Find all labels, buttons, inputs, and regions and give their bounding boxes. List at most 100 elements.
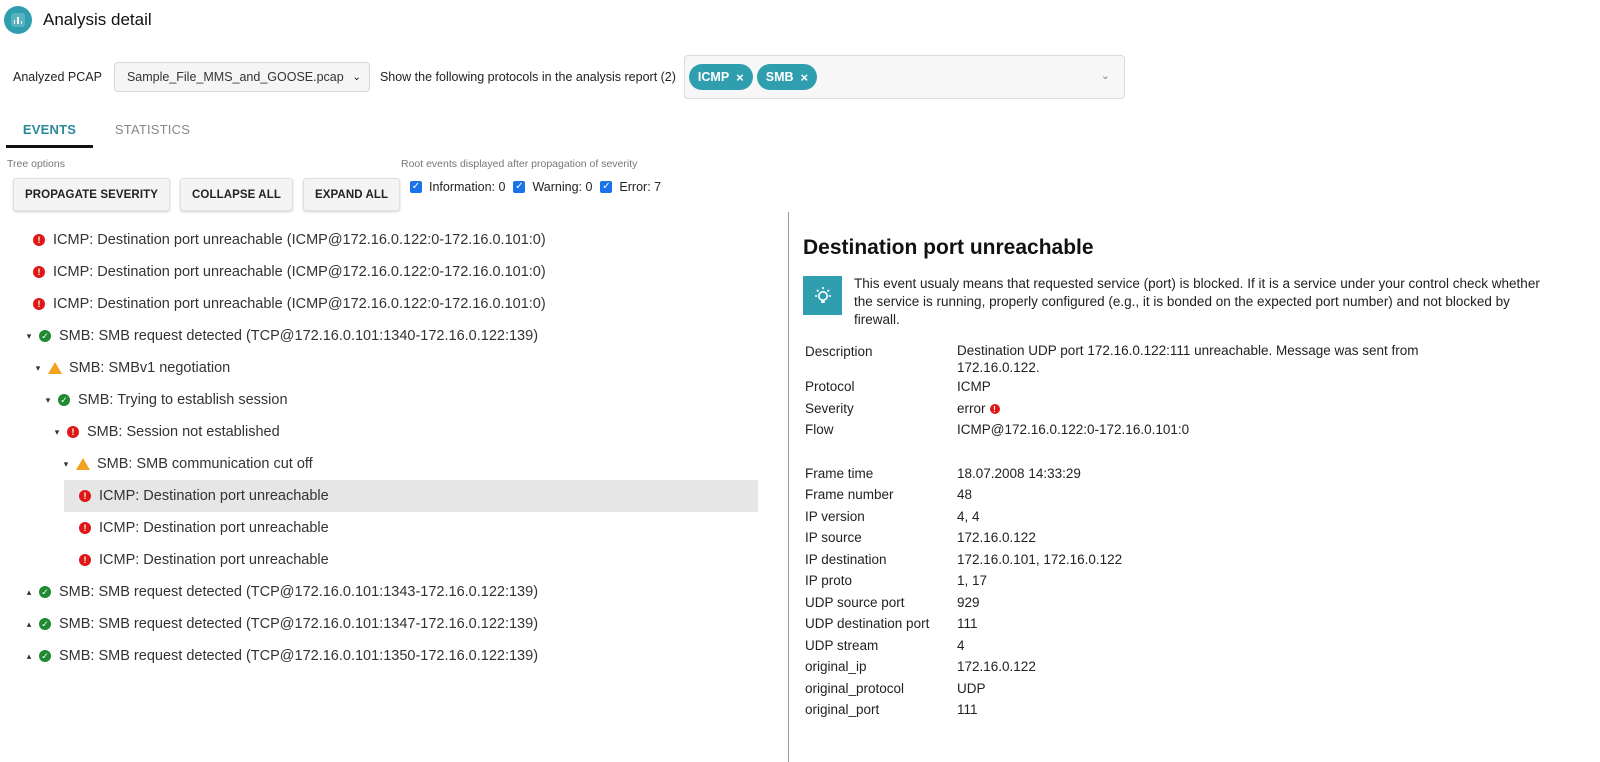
tree-row[interactable]: ! ICMP: Destination port unreachable bbox=[0, 544, 770, 576]
tab-events[interactable]: EVENTS bbox=[6, 110, 93, 148]
caret-down-icon[interactable]: ▾ bbox=[43, 395, 53, 406]
property-value: 111 bbox=[957, 613, 1497, 635]
caret-up-icon[interactable]: ▴ bbox=[24, 587, 34, 598]
tab-bar: EVENTS STATISTICS bbox=[6, 110, 196, 148]
tree-row-label: SMB: Session not established bbox=[87, 424, 280, 440]
error-icon: ! bbox=[67, 426, 79, 438]
property-value-text: 18.07.2008 14:33:29 bbox=[957, 465, 1081, 481]
tree-row[interactable]: ! ICMP: Destination port unreachable bbox=[0, 512, 770, 544]
property-value-text: 1, 17 bbox=[957, 573, 988, 588]
checkbox-checked-icon[interactable]: ✓ bbox=[600, 181, 613, 193]
tree-row-label: SMB: Trying to establish session bbox=[78, 392, 288, 408]
error-icon: ! bbox=[33, 298, 45, 310]
error-filter[interactable]: ✓ Error: 7 bbox=[600, 180, 661, 194]
pcap-label: Analyzed PCAP bbox=[13, 70, 102, 84]
tree-row[interactable]: ▾ ✓ SMB: Trying to establish session bbox=[0, 384, 770, 416]
warning-filter[interactable]: ✓ Warning: 0 bbox=[513, 180, 592, 194]
property-key: original_ip bbox=[805, 659, 867, 674]
collapse-all-button[interactable]: COLLAPSE ALL bbox=[180, 178, 293, 211]
property-value: 929 bbox=[957, 592, 1497, 614]
property-key: Frame time bbox=[805, 465, 874, 481]
tree-row[interactable]: ! ICMP: Destination port unreachable (ICM… bbox=[0, 288, 770, 320]
tree-row[interactable]: ! ICMP: Destination port unreachable bbox=[0, 480, 770, 512]
tree-row[interactable]: ▾ SMB: SMB communication cut off bbox=[0, 448, 770, 480]
property-value-text: ICMP@172.16.0.122:0-172.16.0.101:0 bbox=[957, 422, 1190, 437]
chip-label: ICMP bbox=[697, 70, 730, 84]
property-value: ICMP@172.16.0.122:0-172.16.0.101:0 bbox=[957, 419, 1497, 441]
propagate-severity-button[interactable]: PROPAGATE SEVERITY bbox=[13, 178, 171, 211]
property-value: UDP bbox=[957, 678, 1497, 700]
expand-all-button[interactable]: EXPAND ALL bbox=[302, 178, 401, 211]
property-row: UDP destination port 111 bbox=[803, 613, 1583, 635]
close-icon[interactable]: × bbox=[736, 70, 744, 85]
information-filter-label: Information: 0 bbox=[429, 180, 506, 194]
property-row: original_ip 172.16.0.122 bbox=[803, 656, 1583, 678]
tree-row[interactable]: ! ICMP: Destination port unreachable (ICM… bbox=[0, 224, 770, 256]
caret-down-icon[interactable]: ▾ bbox=[24, 331, 34, 342]
property-value-text: error bbox=[957, 400, 986, 416]
property-key: IP source bbox=[805, 530, 862, 545]
property-row: IP version 4, 4 bbox=[803, 506, 1583, 528]
tree-row-label: ICMP: Destination port unreachable bbox=[99, 488, 329, 504]
tree-row-label: SMB: SMB request detected (TCP@172.16.0.… bbox=[59, 328, 539, 344]
property-row: original_port 111 bbox=[803, 699, 1583, 721]
property-value-text: 111 bbox=[957, 702, 978, 717]
tree-row-label: SMB: SMB communication cut off bbox=[97, 456, 313, 472]
property-key: UDP stream bbox=[805, 637, 879, 653]
tree-row[interactable]: ▴ ✓ SMB: SMB request detected (TCP@172.16.… bbox=[0, 576, 770, 608]
property-value-text: 4, 4 bbox=[957, 508, 980, 524]
property-key: IP version bbox=[805, 508, 865, 524]
protocol-chip-icmp: ICMP × bbox=[688, 64, 753, 90]
property-value: 111 bbox=[957, 699, 1497, 721]
filter-row: Analyzed PCAP Sample_File_MMS_and_GOOSE.… bbox=[13, 55, 1125, 99]
tree-row-label: ICMP: Destination port unreachable (ICMP… bbox=[53, 296, 546, 312]
checkbox-checked-icon[interactable]: ✓ bbox=[513, 181, 526, 193]
information-filter[interactable]: ✓ Information: 0 bbox=[410, 180, 505, 194]
property-key: original_protocol bbox=[805, 680, 905, 696]
hint-text: This event usualy means that requested s… bbox=[854, 276, 1540, 327]
tree-row[interactable]: ▴ ✓ SMB: SMB request detected (TCP@172.16.… bbox=[0, 640, 770, 672]
close-icon[interactable]: × bbox=[801, 70, 809, 85]
tree-row[interactable]: ! ICMP: Destination port unreachable (ICM… bbox=[0, 256, 770, 288]
property-key: UDP source port bbox=[805, 594, 905, 610]
caret-down-icon[interactable]: ▾ bbox=[52, 427, 62, 438]
tree-row-label: SMB: SMB request detected (TCP@172.16.0.… bbox=[59, 584, 539, 600]
property-row: original_protocol UDP bbox=[803, 678, 1583, 700]
hint-box: This event usualy means that requested s… bbox=[803, 276, 1583, 329]
tab-statistics[interactable]: STATISTICS bbox=[109, 110, 196, 148]
event-detail-panel: Destination port unreachable This event … bbox=[803, 236, 1583, 721]
caret-up-icon[interactable]: ▴ bbox=[24, 619, 34, 630]
property-row: Flow ICMP@172.16.0.122:0-172.16.0.101:0 bbox=[803, 419, 1583, 441]
tree-row-label: SMB: SMB request detected (TCP@172.16.0.… bbox=[59, 616, 539, 632]
check-circle-icon: ✓ bbox=[39, 618, 51, 630]
property-key: Flow bbox=[805, 422, 834, 437]
caret-down-icon[interactable]: ▾ bbox=[61, 459, 71, 470]
property-row: Frame time 18.07.2008 14:33:29 bbox=[803, 463, 1583, 485]
chip-label: SMB bbox=[765, 70, 794, 84]
tree-row[interactable]: ▴ ✓ SMB: SMB request detected (TCP@172.16.… bbox=[0, 608, 770, 640]
property-value-text: 4 bbox=[957, 637, 965, 653]
protocol-chip-smb: SMB × bbox=[756, 64, 818, 90]
tree-row[interactable]: ▾ SMB: SMBv1 negotiation bbox=[0, 352, 770, 384]
property-value: 172.16.0.122 bbox=[957, 527, 1497, 549]
tree-row[interactable]: ▾ ✓ SMB: SMB request detected (TCP@172.16.… bbox=[0, 320, 770, 352]
property-value: 172.16.0.122 bbox=[957, 656, 1497, 678]
warning-filter-label: Warning: 0 bbox=[532, 180, 593, 194]
tree-row-label: SMB: SMBv1 negotiation bbox=[69, 360, 231, 376]
protocols-multiselect[interactable]: ICMP × SMB × ⌄ bbox=[683, 55, 1125, 99]
tree-row-label: ICMP: Destination port unreachable bbox=[99, 520, 329, 536]
caret-down-icon[interactable]: ▾ bbox=[33, 363, 43, 374]
check-circle-icon: ✓ bbox=[39, 650, 51, 662]
property-value-text: 111 bbox=[957, 616, 978, 631]
error-icon: ! bbox=[33, 266, 45, 278]
pcap-select[interactable]: Sample_File_MMS_and_GOOSE.pcap ⌄ bbox=[113, 62, 370, 92]
panel-divider[interactable] bbox=[788, 212, 789, 762]
tree-row[interactable]: ▾! SMB: Session not established bbox=[0, 416, 770, 448]
caret-up-icon[interactable]: ▴ bbox=[24, 651, 34, 662]
property-key: Frame number bbox=[805, 487, 894, 502]
checkbox-checked-icon[interactable]: ✓ bbox=[410, 181, 422, 193]
property-value-text: Destination UDP port 172.16.0.122:111 un… bbox=[957, 343, 1419, 375]
chevron-down-icon[interactable]: ⌄ bbox=[1101, 69, 1110, 82]
property-row: Description Destination UDP port 172.16.0… bbox=[803, 341, 1583, 376]
properties-table: Description Destination UDP port 172.16.0… bbox=[803, 341, 1583, 721]
